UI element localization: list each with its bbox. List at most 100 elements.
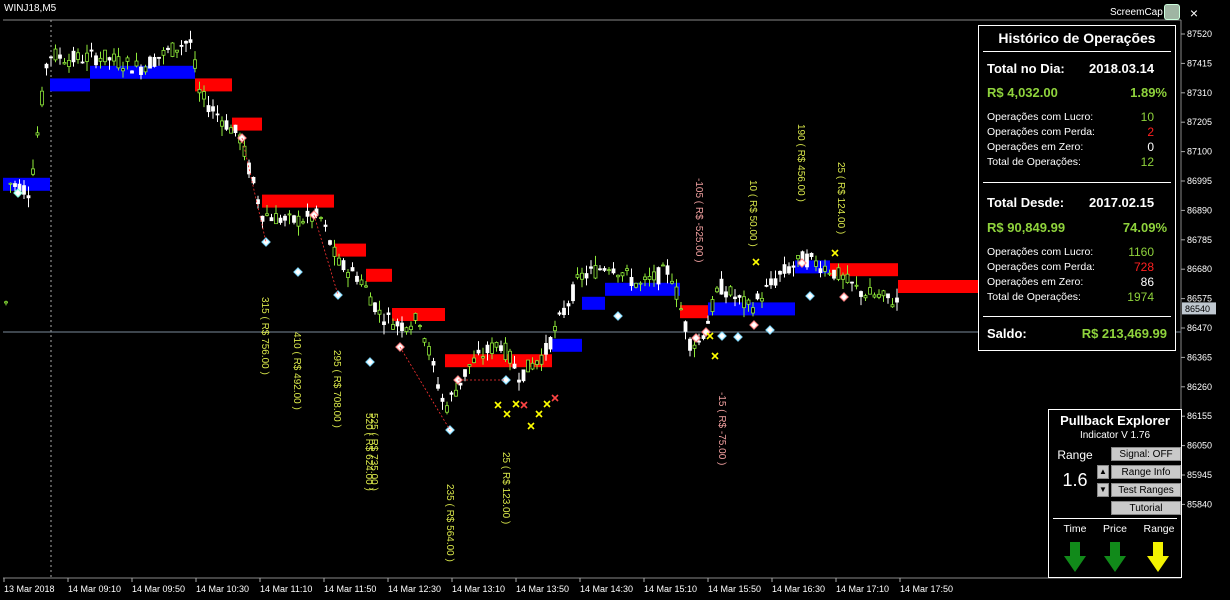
candle-body [404,327,409,332]
current-price-label: 86540 [1185,304,1210,314]
candle-body [638,282,643,285]
day-row-value: 0 [1147,140,1154,154]
price-tick-label: 86155 [1187,411,1212,421]
candle-body [211,106,215,112]
band-segment [392,308,445,321]
candle-body [269,217,274,222]
candle-body [202,91,206,100]
signal-button[interactable]: Signal: OFF [1111,447,1181,461]
candle-body [197,88,202,94]
since-row-value: 1974 [1127,290,1154,304]
tutorial-button[interactable]: Tutorial [1111,501,1181,515]
since-row-label: Operações com Perda: [987,261,1095,273]
band-segment [366,268,392,282]
candle-body [161,50,166,56]
candle-body [796,255,800,260]
range-info-button[interactable]: Range Info [1111,465,1181,479]
since-date: 2017.02.15 [1089,195,1155,210]
trade-result-label: 520 ( R$ 624.00 ) [363,413,374,491]
history-title: Histórico de Operações [998,30,1156,46]
price-tick-label: 86365 [1187,352,1212,362]
candle-body [368,296,373,306]
candle-body [733,296,737,300]
candle-body [463,369,467,377]
candle-body [98,57,103,62]
candle-body [805,253,809,268]
time-tick-label: 14 Mar 17:50 [900,584,953,594]
price-tick-label: 87310 [1187,88,1212,98]
candle-body [175,49,179,53]
trade-result-label: -105 ( R$ -525.00 ) [693,178,704,263]
candle-body [58,54,62,59]
candle-body [773,278,778,286]
candle-body [616,274,620,278]
candle-body [436,384,440,389]
candle-body [152,56,157,67]
candle-body [229,127,233,134]
candle-body [652,271,656,281]
time-tick-label: 14 Mar 17:10 [836,584,889,594]
candle-body [895,297,899,303]
candle-body [818,268,823,273]
candle-body [836,267,841,280]
candle-body [629,277,634,286]
candle-body [494,342,499,348]
candle-body [13,183,17,187]
candle-body [521,369,526,382]
candle-body [409,325,413,330]
saldo-value: R$ 213,469.99 [1081,326,1167,341]
candle-body [845,273,850,284]
candle-body [827,272,832,275]
pullback-explorer-panel: Pullback Explorer Indicator V 1.76 Range… [1048,409,1182,578]
price-tick-label: 86575 [1187,294,1212,304]
time-tick-label: 13 Mar 2018 [4,584,55,594]
since-row-value: 728 [1133,260,1154,274]
candle-body [580,272,584,280]
candle-body [877,293,881,298]
since-row-value: 1160 [1128,245,1154,259]
range-down-button[interactable]: ▼ [1097,483,1109,497]
candle-body [382,321,386,325]
candle-body [539,354,544,365]
candle-body [566,303,571,307]
candle-body [274,213,278,225]
candle-body [746,299,751,305]
price-tick-label: 86260 [1187,382,1212,392]
candle-body [206,105,211,113]
candle-body [670,280,674,284]
candle-body [544,343,548,355]
candle-body [130,70,134,74]
candle-body [40,90,44,106]
candle-body [440,397,445,402]
candle-body [553,326,557,332]
screencap-icon[interactable] [1164,4,1180,20]
candle-body [139,66,143,75]
candle-body [193,59,197,69]
candle-body [76,52,80,60]
test-ranges-button[interactable]: Test Ranges [1111,483,1181,497]
since-percent: 74.09% [1122,220,1167,235]
time-tick-label: 14 Mar 13:50 [516,584,569,594]
candle-body [71,50,76,63]
time-arrow-down-icon [1064,542,1086,572]
since-row-label: Total de Operações: [987,291,1081,303]
candle-body [341,260,346,271]
price-tick-label: 86470 [1187,323,1212,333]
candle-body [143,66,148,73]
candle-body [854,284,859,287]
candle-body [148,56,152,69]
candle-body [44,63,49,69]
screencap-label[interactable]: ScreemCap [1110,7,1163,18]
day-total-label: Total no Dia: [987,61,1065,76]
candle-body [49,56,53,59]
band-segment [552,338,582,352]
close-icon[interactable]: × [1187,6,1201,20]
price-tick-label: 87100 [1187,147,1212,157]
candle-body [688,338,692,351]
candle-body [661,264,665,267]
price-tick-label: 85840 [1187,499,1212,509]
candle-body [715,287,719,293]
since-row-label: Operações em Zero: [987,276,1084,288]
candle-body [188,39,193,43]
range-up-button[interactable]: ▲ [1097,465,1109,479]
